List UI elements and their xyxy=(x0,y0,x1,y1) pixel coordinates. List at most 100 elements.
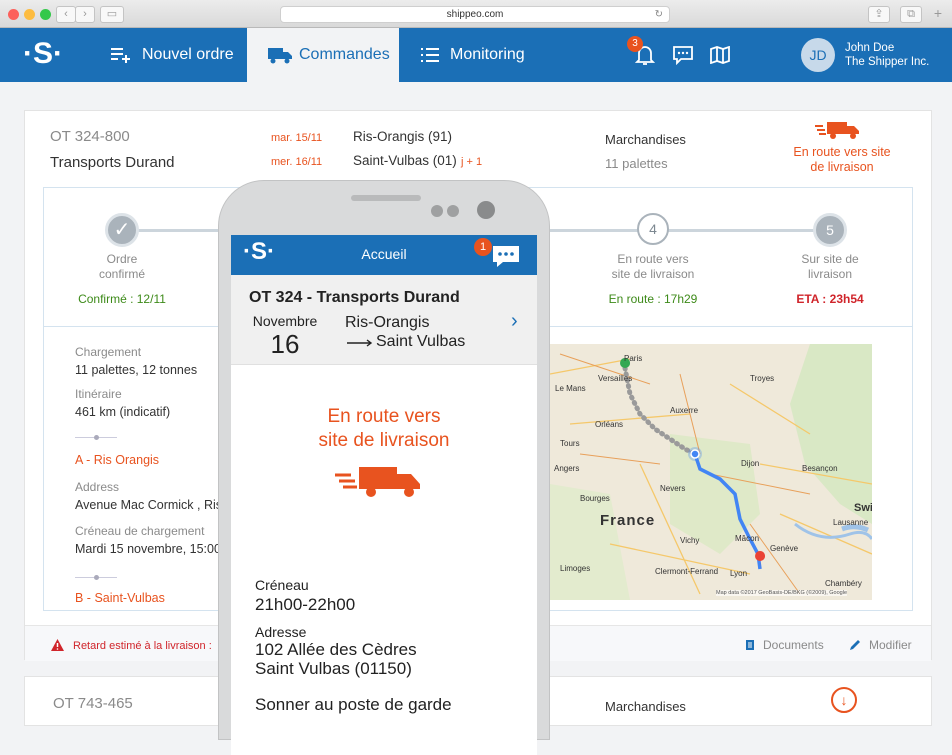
phone-to: Saint Vulbas xyxy=(376,333,466,350)
map-label-city: Lausanne xyxy=(833,518,869,527)
browser-chrome: ‹ › ▭ shippeo.com ↻ ⇪ ⧉ + xyxy=(0,0,952,28)
chevron-right-icon[interactable]: › xyxy=(511,310,518,333)
order-status-line: de livraison xyxy=(810,160,874,174)
route-map[interactable]: Paris Versailles Orléans Dijon Auxerre B… xyxy=(550,344,872,600)
loading-value: 11 palettes, 12 tonnes xyxy=(75,363,198,377)
phone-speaker xyxy=(351,195,421,201)
delivery-date: mer. 16/11 xyxy=(271,156,323,168)
map-label-city: Chambéry xyxy=(825,579,862,588)
nav-item-monitoring[interactable]: Monitoring xyxy=(414,28,531,82)
phone-address-line: 102 Allée des Cèdres xyxy=(255,640,417,659)
phone-address-label: Adresse xyxy=(255,624,307,640)
order-id[interactable]: OT 324-800 xyxy=(50,128,130,145)
user-menu[interactable]: John Doe The Shipper Inc. xyxy=(845,41,929,69)
new-tab-icon[interactable]: + xyxy=(930,6,946,23)
phone-camera xyxy=(477,201,495,219)
address-label: Address xyxy=(75,480,120,494)
slot-value: Mardi 15 novembre, 15:00 xyxy=(75,542,221,556)
step-1-label: Ordre confirmé xyxy=(72,252,172,282)
map-label-city: Versailles xyxy=(598,374,633,383)
phone-month: Novembre xyxy=(252,313,318,329)
phone-from: Ris-Orangis xyxy=(345,314,430,331)
goods-value: 11 palettes xyxy=(605,156,668,171)
route-label: Itinéraire xyxy=(75,387,122,401)
phone-status: En route vers site de livraison xyxy=(231,405,537,453)
step-4-label-line: site de livraison xyxy=(611,267,695,281)
step-4-status: En route : 17h29 xyxy=(608,292,698,306)
notifications-button[interactable]: 3 xyxy=(627,36,657,66)
stop-a[interactable]: A - Ris Orangis xyxy=(75,453,159,467)
phone-address-line: Saint Vulbas (01150) xyxy=(255,659,412,678)
map-label-city: Auxerre xyxy=(670,406,699,415)
phone-day: 16 xyxy=(270,329,300,359)
tabs-icon[interactable]: ⧉ xyxy=(900,6,922,23)
reload-icon[interactable]: ↻ xyxy=(655,7,663,22)
carrier-name: Transports Durand xyxy=(50,154,175,171)
map-label-city: Mâcon xyxy=(735,534,760,543)
forward-icon[interactable]: › xyxy=(75,6,95,23)
map-label-city: Vichy xyxy=(680,536,700,545)
minimize-window-button[interactable] xyxy=(24,9,35,20)
notification-badge: 3 xyxy=(627,36,643,52)
phone-header: ·S· Accueil 1 xyxy=(231,235,537,275)
step-1-label-line: Ordre xyxy=(106,252,138,266)
download-icon[interactable]: ↓ xyxy=(831,687,857,713)
stop-b[interactable]: B - Saint-Vulbas xyxy=(75,591,165,605)
address-value: Avenue Mac Cormick , Ris- xyxy=(75,498,227,512)
step-5-label: Sur site de livraison xyxy=(780,252,880,282)
order-status: En route vers site de livraison xyxy=(777,145,907,175)
phone-fast-truck-icon xyxy=(335,467,420,497)
nav-item-commandes[interactable]: Commandes xyxy=(247,28,399,82)
step-5-status: ETA : 23h54 xyxy=(796,292,864,306)
add-list-icon xyxy=(111,48,130,63)
map-country-label: France xyxy=(600,512,656,529)
phone-order-summary[interactable]: OT 324 - Transports Durand Novembre 16 R… xyxy=(231,275,537,365)
map-label-city: Troyes xyxy=(750,374,775,383)
delivery-place: Saint-Vulbas (01) xyxy=(353,153,457,168)
step-4-circle: 4 xyxy=(637,213,669,245)
goods-label: Marchandises xyxy=(605,132,686,147)
map-button[interactable] xyxy=(710,45,730,69)
map-label-city: Le Mans xyxy=(555,384,586,393)
edit-button[interactable]: Modifier xyxy=(849,638,912,652)
phone-status-line: En route vers xyxy=(327,406,441,427)
shippeo-logo[interactable]: ·S· xyxy=(20,38,66,72)
pickup-place: Ris-Orangis (91) xyxy=(353,129,453,144)
close-window-button[interactable] xyxy=(8,9,19,20)
pencil-icon xyxy=(850,640,860,650)
phone-chat-badge: 1 xyxy=(474,238,492,256)
edit-label: Modifier xyxy=(869,638,912,652)
map-label-city: Bourges xyxy=(580,494,610,503)
top-navigation: ·S· Nouvel ordre Commandes Monitoring 3 … xyxy=(0,28,952,82)
share-icon[interactable]: ⇪ xyxy=(868,6,890,23)
step-5-circle: 5 xyxy=(813,213,847,247)
map-label-city: Clermont-Ferrand xyxy=(655,567,719,576)
documents-button[interactable]: Documents xyxy=(745,638,824,652)
messages-button[interactable] xyxy=(672,45,694,70)
nav-item-label: Nouvel ordre xyxy=(142,46,234,63)
step-4-label: En route vers site de livraison xyxy=(603,252,703,282)
map-attribution: Map data ©2017 GeoBasis-DE/BKG (©2009), … xyxy=(716,590,848,596)
arrow-right-icon xyxy=(347,339,373,347)
map-icon xyxy=(710,45,730,65)
route-value: 461 km (indicatif) xyxy=(75,405,171,419)
next-order-id[interactable]: OT 743-465 xyxy=(53,695,133,712)
sidebar-icon[interactable]: ▭ xyxy=(100,6,124,23)
phone-slot-value: 21h00-22h00 xyxy=(255,595,356,614)
map-label-city: Besançon xyxy=(802,464,838,473)
back-icon[interactable]: ‹ xyxy=(56,6,76,23)
avatar[interactable]: JD xyxy=(801,38,835,72)
phone-chat-icon[interactable] xyxy=(491,244,521,268)
list-icon xyxy=(421,48,439,62)
chat-icon xyxy=(673,46,693,66)
step-1-status: Confirmé : 12/11 xyxy=(78,292,166,306)
step-1-circle: ✓ xyxy=(105,213,139,247)
address-bar[interactable]: shippeo.com ↻ xyxy=(280,6,670,23)
map-label-city: Swi xyxy=(854,502,872,514)
nav-item-label: Commandes xyxy=(299,46,390,63)
map-label-city: Dijon xyxy=(741,459,760,468)
nav-item-nouvel-ordre[interactable]: Nouvel ordre xyxy=(104,28,240,82)
maximize-window-button[interactable] xyxy=(40,9,51,20)
nav-item-label: Monitoring xyxy=(450,46,525,63)
loading-label: Chargement xyxy=(75,345,142,359)
